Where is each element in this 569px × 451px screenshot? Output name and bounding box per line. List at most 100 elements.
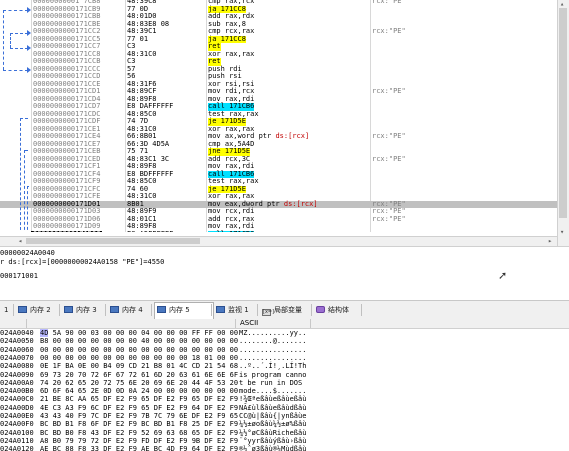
dump-hex-bytes[interactable]: 4D 5A 90 00 03 00 00 00 04 00 00 00 FF F… (40, 329, 238, 337)
scroll-right-arrow-icon[interactable]: ▸ (548, 237, 552, 245)
dump-ascii[interactable]: ..º..´.Í!¸.LÍ!Th (239, 362, 306, 370)
info-line-location: 000171001 (0, 272, 38, 280)
dump-hex-bytes[interactable]: A8 B0 79 79 72 DF E2 F9 FD DF E2 F9 9B D… (40, 437, 238, 445)
tab-separator (211, 304, 212, 316)
tab-7[interactable]: [x=]局部变量 (260, 303, 312, 317)
jump-arrow-icon (27, 7, 31, 13)
tab-4[interactable]: 内存 4 (108, 303, 152, 317)
tab-3[interactable]: 内存 3 (62, 303, 106, 317)
dump-hex-bytes[interactable]: 74 20 62 65 20 72 75 6E 20 69 6E 20 44 4… (40, 379, 238, 387)
tab-6[interactable]: 监视 1 (214, 303, 258, 317)
jump-flow-line (20, 118, 21, 232)
tab-label: 内存 4 (122, 306, 143, 314)
disassembly-comment: rcx:"PE" (372, 87, 406, 95)
jump-flow-line (24, 150, 25, 232)
disassembly-view[interactable]: 00000000001 7CB8 48:39C8 cmp rax,rcx rcx:"P… (0, 0, 557, 232)
disassembly-bytes: E8 A5FFFFFF (127, 230, 173, 232)
dump-hex-bytes[interactable]: BC BD B0 F8 43 DF E2 F9 52 69 63 68 65 D… (40, 429, 238, 437)
dump-address: 024A00C0 (0, 395, 34, 404)
watch-icon (216, 306, 225, 313)
memory-dump-icon (157, 306, 166, 313)
tab-separator (105, 304, 106, 316)
scroll-down-arrow-icon[interactable]: ▾ (560, 228, 564, 236)
scroll-up-arrow-icon[interactable]: ▴ (560, 0, 564, 8)
jump-flow-line (24, 150, 28, 151)
dump-ascii[interactable]: ................ (239, 354, 306, 362)
dump-row[interactable]: 024A0090 69 73 20 70 72 6F 67 72 61 6D 20… (0, 371, 569, 379)
dump-row[interactable]: 024A0080 0E 1F BA 0E 00 B4 09 CD 21 B8 01… (0, 362, 569, 370)
dump-address: 024A00F0 (0, 420, 34, 429)
tab-separator (59, 304, 60, 316)
dump-hex-bytes[interactable]: 00 00 00 00 00 00 00 00 00 00 00 00 18 0… (40, 354, 238, 362)
dump-row[interactable]: 024A0120 AE BC 88 F8 33 DF E2 F9 AE BC 4D… (0, 445, 569, 451)
dump-hex-bytes[interactable]: 69 73 20 70 72 6F 67 72 61 6D 20 63 61 6… (40, 371, 238, 379)
dump-row[interactable]: 024A0060 00 00 00 00 00 00 00 00 00 00 00… (0, 346, 569, 354)
tab-separator (257, 304, 258, 316)
dump-address: 024A00E0 (0, 412, 34, 420)
dump-hex-bytes[interactable]: BC BD B1 F8 6F DF E2 F9 BC BD B1 F8 25 D… (40, 420, 238, 428)
dump-hex-bytes[interactable]: 43 43 40 F9 7C DF E2 F9 7B 7C 79 6E DF E… (40, 412, 238, 420)
jump-flow-line (27, 186, 29, 187)
dump-row[interactable]: 024A0040 4D 5A 90 00 03 00 00 00 04 00 00… (0, 329, 569, 337)
dump-row[interactable]: 024A0050 B8 00 00 00 00 00 00 00 40 00 00… (0, 337, 569, 345)
mouse-pointer-icon: ➚ (498, 269, 508, 282)
tab-2[interactable]: 内存 2 (16, 303, 60, 317)
dump-ascii[interactable]: ¼½°øCßâùRicheßâù (239, 429, 306, 437)
rip-address-label: 0000000000171D0C (31, 230, 103, 232)
scroll-left-arrow-icon[interactable]: ◂ (18, 237, 22, 245)
dump-ascii[interactable]: ........@....... (239, 337, 306, 345)
dump-row[interactable]: 024A00F0 BC BD B1 F8 6F DF E2 F9 BC BD B1… (0, 420, 569, 428)
dump-ascii[interactable]: ®¼ˆø3ßâù®¼Mùdßâù (239, 445, 306, 451)
dump-hex-bytes[interactable]: 4E C3 A3 F9 6C DF E2 F9 65 DF E2 F9 64 D… (40, 404, 238, 412)
dump-hex-bytes[interactable]: 21 BE 8C AA 65 DF E2 F9 65 DF E2 F9 65 D… (40, 395, 238, 403)
dump-ascii[interactable]: MZ..........yy.. (239, 329, 306, 337)
dump-hex-bytes[interactable]: 00 00 00 00 00 00 00 00 00 00 00 00 00 0… (40, 346, 238, 354)
dump-ascii[interactable]: is program canno (239, 371, 306, 379)
jump-flow-line (10, 33, 28, 34)
tab-separator (361, 304, 362, 316)
dump-ascii[interactable]: CC@ù|ßâù{|ynßâùe (239, 412, 306, 420)
disassembly-horizontal-scroll-thumb[interactable] (26, 238, 200, 244)
dump-row[interactable]: 024A0100 BC BD B0 F8 43 DF E2 F9 52 69 63… (0, 429, 569, 437)
dump-address: 024A0080 (0, 362, 34, 371)
dump-header-divider (26, 319, 27, 328)
dump-hex-bytes[interactable]: B8 00 00 00 00 00 00 00 40 00 00 00 00 0… (40, 337, 238, 345)
jump-flow-line (3, 10, 28, 11)
dump-row[interactable]: 024A00E0 43 43 40 F9 7C DF E2 F9 7B 7C 79… (0, 412, 569, 420)
dump-ascii[interactable]: ................ (239, 346, 306, 354)
dump-ascii[interactable]: ¨°yyrßâùýßâù›ßâù (239, 437, 306, 445)
info-line-address: 00000024A0040 (0, 249, 55, 257)
dump-row[interactable]: 024A00D0 4E C3 A3 F9 6C DF E2 F9 65 DF E2… (0, 404, 569, 412)
dump-header-ascii-label: ASCII (240, 319, 259, 327)
disassembly-vertical-scroll-thumb[interactable] (559, 8, 567, 218)
disassembly-comment: rcx:"PE" (372, 27, 406, 35)
dump-row[interactable]: 024A0110 A8 B0 79 79 72 DF E2 F9 FD DF E2… (0, 437, 569, 445)
dump-address: 024A00D0 (0, 403, 34, 412)
jump-flow-line (27, 186, 28, 232)
dump-ascii[interactable]: mode....$....... (239, 387, 306, 395)
dump-row[interactable]: 024A00A0 74 20 62 65 20 72 75 6E 20 69 6E… (0, 379, 569, 387)
dump-hex-bytes[interactable]: 6D 6F 64 65 2E 0D 0D 0A 24 00 00 00 00 0… (40, 387, 238, 395)
info-panel: 00000024A0040 r ds:[rcx]=[00000000024A01… (0, 246, 569, 299)
dump-hex-bytes[interactable]: 0E 1F BA 0E 00 B4 09 CD 21 B8 01 4C CD 2… (40, 362, 238, 370)
dump-tab-bar: 1 内存 2 内存 3 内存 4 内存 5 监视 1 [x=]局部变量 结构体 (0, 300, 569, 320)
dump-row[interactable]: 024A0070 00 00 00 00 00 00 00 00 00 00 00… (0, 354, 569, 362)
memory-dump-icon (64, 306, 73, 313)
tab-5[interactable]: 内存 5 (154, 302, 214, 319)
dump-row[interactable]: 024A00B0 6D 6F 64 65 2E 0D 0D 0A 24 00 00… (0, 387, 569, 395)
rip-arrow-icon (26, 231, 30, 232)
local-variables-icon: [x=] (262, 309, 275, 316)
dump-ascii[interactable]: t be run in DOS (239, 379, 306, 387)
memory-dump-icon (18, 306, 27, 313)
memory-dump-view[interactable]: 024A0040 4D 5A 90 00 03 00 00 00 04 00 00… (0, 329, 569, 451)
tab-8[interactable]: 结构体 (314, 303, 362, 317)
dump-address: 024A0070 (0, 353, 34, 362)
dump-hex-bytes[interactable]: AE BC 88 F8 33 DF E2 F9 AE BC 4D F9 64 D… (40, 445, 238, 451)
dump-ascii[interactable]: NÃ£ùlßâùeßâùdßâù (239, 404, 306, 412)
dump-ascii[interactable]: ¼½±øoßâù¼½±ø%ßâù (239, 420, 306, 428)
dump-address: 024A00B0 (0, 387, 34, 396)
dump-address: 024A0060 (0, 345, 34, 354)
dump-address: 024A0120 (0, 445, 34, 451)
dump-row[interactable]: 024A00C0 21 BE 8C AA 65 DF E2 F9 65 DF E2… (0, 395, 569, 403)
dump-ascii[interactable]: !¾Œªeßâùeßâùeßâù (239, 395, 306, 403)
